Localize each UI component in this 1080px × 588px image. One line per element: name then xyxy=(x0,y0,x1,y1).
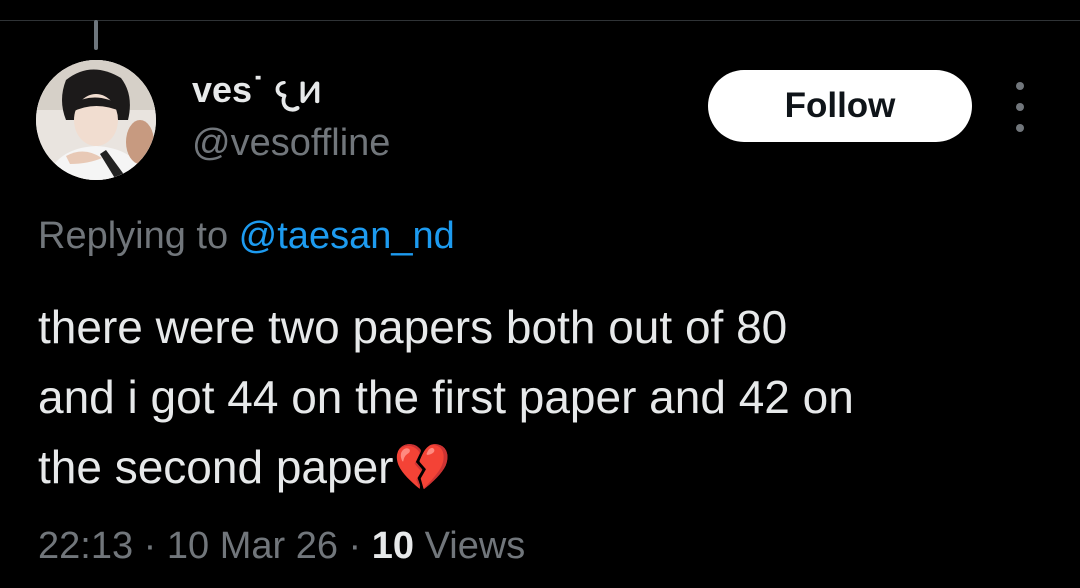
post-time[interactable]: 22:13 xyxy=(38,525,133,567)
display-name[interactable]: ves˙ 𐔌𐔍 xyxy=(192,68,322,112)
user-handle[interactable]: @vesoffline xyxy=(192,120,390,166)
top-divider xyxy=(0,20,1080,21)
meta-separator: · xyxy=(337,525,372,567)
views-label: Views xyxy=(414,525,526,567)
meta-separator: · xyxy=(133,525,167,567)
more-dot xyxy=(1016,103,1024,111)
avatar-image xyxy=(36,60,156,180)
more-dot xyxy=(1016,82,1024,90)
avatar[interactable] xyxy=(36,60,156,180)
replying-to-prefix: Replying to xyxy=(38,215,239,257)
follow-button[interactable]: Follow xyxy=(708,70,972,142)
more-dot xyxy=(1016,124,1024,132)
post-date[interactable]: 10 Mar 26 xyxy=(167,525,338,567)
replying-to: Replying to @taesan_nd xyxy=(38,212,455,260)
reply-mention-link[interactable]: @taesan_nd xyxy=(239,215,455,257)
more-vertical-icon[interactable] xyxy=(1004,82,1036,132)
thread-connector-line xyxy=(94,20,98,50)
views-count[interactable]: 10 xyxy=(372,525,414,567)
post-meta: 22:13 · 10 Mar 26 · 10 Views xyxy=(38,522,525,570)
post-text: there were two papers both out of 80 and… xyxy=(38,301,854,493)
